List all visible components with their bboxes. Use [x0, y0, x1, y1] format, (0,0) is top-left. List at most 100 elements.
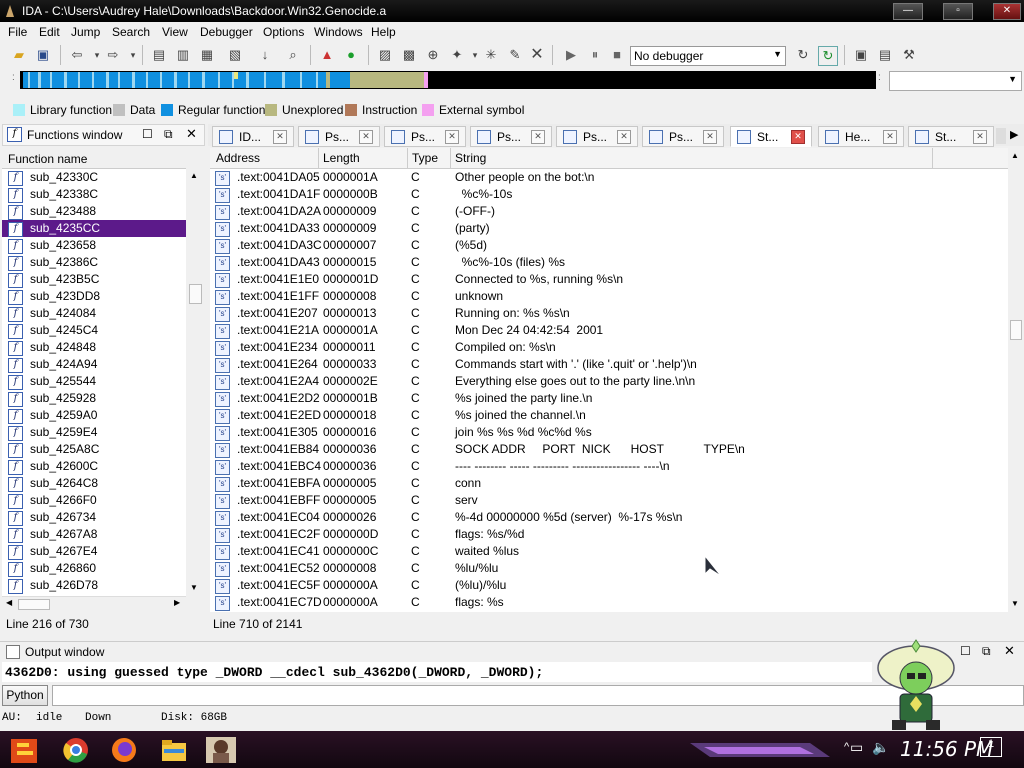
function-list-item[interactable]: f sub_42330C — [2, 169, 186, 186]
string-row[interactable]: 's' .text:0041EC04 00000026 C %-4d 00000000 … — [210, 509, 1008, 526]
tab-hex-view[interactable]: He... ✕ — [818, 126, 904, 147]
play-icon[interactable]: ▶ — [562, 46, 580, 64]
tab-pseudocode-2[interactable]: Ps... ✕ — [384, 126, 466, 147]
string-row[interactable]: 's' .text:0041DA05 0000001A C Other people o… — [210, 169, 1008, 186]
window-close-icon[interactable]: ✕ — [186, 126, 197, 142]
debugger-select[interactable]: No debugger ▼ — [630, 46, 786, 66]
close-icon[interactable]: ✕ — [531, 130, 545, 144]
string-row[interactable]: 's' .text:0041EBFF 00000005 Cserv — [210, 492, 1008, 509]
string-row[interactable]: 's' .text:0041EC2F 0000000D Cflags: %s/%d — [210, 526, 1008, 543]
binary-icon[interactable]: ▥ — [174, 46, 192, 64]
column-type[interactable]: Type — [412, 151, 438, 165]
function-list-item[interactable]: f sub_426D78 — [2, 577, 186, 594]
string-row[interactable]: 's' .text:0041EBC4 00000036 C ---- -------- … — [210, 458, 1008, 475]
string-row[interactable]: 's' .text:0041E207 00000013 C Running on: %s… — [210, 305, 1008, 322]
menu-options[interactable]: Options — [263, 25, 304, 39]
plugins-icon[interactable]: ⚒ — [900, 46, 918, 64]
start-menu-icon[interactable] — [8, 735, 40, 765]
string-row[interactable]: 's' .text:0041EC5F 0000000A C (%lu)/%lu — [210, 577, 1008, 594]
function-list-item[interactable]: f sub_424084 — [2, 305, 186, 322]
column-length[interactable]: Length — [323, 151, 360, 165]
function-list-item[interactable]: f sub_4267E4 — [2, 543, 186, 560]
scroll-thumb[interactable] — [18, 599, 50, 610]
scroll-right-icon[interactable]: ▶ — [174, 598, 180, 607]
functions-vertical-scrollbar[interactable]: ▲ ▼ — [187, 169, 203, 596]
string-row[interactable]: 's' .text:0041EC52 00000008 C %lu/%lu — [210, 560, 1008, 577]
string-row[interactable]: 's' .text:0041EBFA 00000005 Cconn — [210, 475, 1008, 492]
save-icon[interactable]: ▣ — [34, 46, 52, 64]
column-address[interactable]: Address — [216, 151, 260, 165]
function-list-item[interactable]: f sub_4259A0 — [2, 407, 186, 424]
function-list-item[interactable]: f sub_424848 — [2, 339, 186, 356]
menu-jump[interactable]: Jump — [71, 25, 100, 39]
strings-vertical-scrollbar[interactable]: ▲ ▼ — [1008, 148, 1023, 612]
pause-icon[interactable]: ⏸ — [586, 46, 604, 64]
forward-icon[interactable]: ⇨ — [104, 46, 122, 64]
function-list-item[interactable]: f sub_423DD8 — [2, 288, 186, 305]
close-icon[interactable]: ✕ — [703, 130, 717, 144]
string-row[interactable]: 's' .text:0041DA43 00000015 C %c%-10s (file… — [210, 254, 1008, 271]
function-list-item[interactable]: f sub_42600C — [2, 458, 186, 475]
function-list-item[interactable]: f sub_4267A8 — [2, 526, 186, 543]
scroll-left-icon[interactable]: ◀ — [6, 598, 12, 607]
scroll-up-icon[interactable]: ▲ — [190, 171, 198, 180]
chrome-icon[interactable] — [60, 735, 92, 765]
tab-strings[interactable]: St... ✕ — [730, 126, 812, 147]
window-float-icon[interactable]: ⧉ — [982, 644, 991, 659]
scroll-thumb[interactable] — [189, 284, 202, 304]
function-list-item[interactable]: f sub_4235CC — [2, 220, 186, 237]
create-struct-icon[interactable]: ▩ — [400, 46, 418, 64]
function-list-item[interactable]: f sub_423658 — [2, 237, 186, 254]
tab-scroll-right-icon[interactable]: ▶ — [1010, 128, 1022, 144]
function-list-item[interactable]: f sub_423B5C — [2, 271, 186, 288]
string-row[interactable]: 's' .text:0041E2D2 0000001B C %s joined the … — [210, 390, 1008, 407]
window-restore-icon[interactable]: ☐ — [142, 127, 153, 141]
function-list-item[interactable]: f sub_425544 — [2, 373, 186, 390]
string-row[interactable]: 's' .text:0041E1E0 0000001D C Connected to %… — [210, 271, 1008, 288]
function-list-item[interactable]: f sub_426860 — [2, 560, 186, 577]
jump-down-icon[interactable]: ↓ — [256, 46, 274, 64]
functions-horizontal-scrollbar[interactable]: ◀ ▶ — [2, 596, 186, 612]
graph-icon[interactable]: ▤ — [876, 46, 894, 64]
create-function-icon[interactable]: ▨ — [376, 46, 394, 64]
close-icon[interactable]: ✕ — [791, 130, 805, 144]
scroll-thumb[interactable] — [1010, 320, 1022, 340]
function-name-column-header[interactable]: Function name — [2, 150, 186, 169]
warning-icon[interactable]: ▲ — [318, 46, 336, 64]
debug-option-icon[interactable]: ↻ — [794, 46, 812, 64]
menu-debugger[interactable]: Debugger — [200, 25, 253, 39]
nav-left-icon[interactable]: : — [12, 72, 18, 88]
close-icon[interactable]: ✕ — [617, 130, 631, 144]
string-row[interactable]: 's' .text:0041E21A 0000001A C Mon Dec 24 04:… — [210, 322, 1008, 339]
string-row[interactable]: 's' .text:0041E234 00000011 C Compiled on: %… — [210, 339, 1008, 356]
taskbar-clock[interactable]: 11:56 PM — [900, 737, 993, 761]
layout-icon[interactable]: ▣ — [852, 46, 870, 64]
string-row[interactable]: 's' .text:0041DA1F 0000000B C %c%-10s — [210, 186, 1008, 203]
tab-pseudocode-4[interactable]: Ps... ✕ — [556, 126, 638, 147]
refresh-icon[interactable]: ↻ — [818, 46, 838, 66]
minimize-button[interactable]: — — [893, 3, 923, 20]
text-search-icon[interactable]: ▧ — [226, 46, 244, 64]
network-icon[interactable]: ▭ — [850, 739, 863, 756]
volume-icon[interactable]: 🔈 — [872, 739, 889, 756]
close-icon[interactable]: ✕ — [445, 130, 459, 144]
function-list-item[interactable]: f sub_42386C — [2, 254, 186, 271]
hex-search-icon[interactable]: ⌕ — [284, 46, 302, 64]
back-icon[interactable]: ⇦ — [68, 46, 86, 64]
close-icon[interactable]: ✕ — [883, 130, 897, 144]
function-list-item[interactable]: f sub_4266F0 — [2, 492, 186, 509]
menu-windows[interactable]: Windows — [314, 25, 363, 39]
tab-pseudocode-1[interactable]: Ps... ✕ — [298, 126, 380, 147]
close-icon[interactable]: ✕ — [359, 130, 373, 144]
close-button[interactable]: ✕ — [993, 3, 1021, 20]
close-icon[interactable]: ✕ — [273, 130, 287, 144]
string-row[interactable]: 's' .text:0041E1FF 00000008 Cunknown — [210, 288, 1008, 305]
scroll-up-icon[interactable]: ▲ — [1011, 151, 1019, 160]
string-row[interactable]: 's' .text:0041DA33 00000009 C (party) — [210, 220, 1008, 237]
function-list-item[interactable]: f sub_426734 — [2, 509, 186, 526]
string-row[interactable]: 's' .text:0041EC41 0000000C Cwaited %lus — [210, 543, 1008, 560]
tab-ida-view[interactable]: ID... ✕ — [212, 126, 294, 147]
menu-view[interactable]: View — [162, 25, 188, 39]
string-row[interactable]: 's' .text:0041EB84 00000036 C SOCK ADDR PORT… — [210, 441, 1008, 458]
open-folder-icon[interactable]: ▰ — [10, 46, 28, 64]
